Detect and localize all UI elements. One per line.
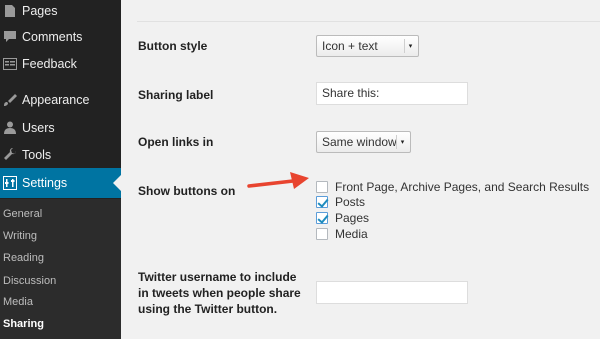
sidebar-item-appearance[interactable]: Appearance [0,86,121,113]
sidebar-item-label: Appearance [22,92,90,107]
sharing-label-label: Sharing label [138,88,214,102]
button-style-label: Button style [138,39,208,53]
sidebar-item-label: Feedback [22,56,77,71]
option-pages[interactable]: Pages [316,211,369,225]
option-posts[interactable]: Posts [316,195,365,209]
option-media[interactable]: Media [316,227,368,241]
posts-checkbox[interactable] [316,196,328,208]
option-label: Front Page, Archive Pages, and Search Re… [335,180,590,194]
sidebar-item-comments[interactable]: Comments [0,23,121,50]
sidebar-item-pages[interactable]: Pages [0,0,121,24]
tools-icon [1,147,19,162]
settings-icon [1,176,19,190]
option-label: Pages [335,211,370,225]
twitter-username-label: Twitter username to include in tweets wh… [138,270,301,316]
users-icon [1,121,19,135]
submenu-item-reading[interactable]: Reading [3,252,44,264]
submenu-item-general[interactable]: General [3,208,42,220]
option-label: Posts [335,195,366,209]
comments-icon [1,30,19,44]
open-links-label: Open links in [138,135,214,149]
show-buttons-label: Show buttons on [138,184,236,198]
sidebar-item-label: Comments [22,29,83,44]
appearance-icon [1,93,19,107]
dropdown-arrow-icon: ▾ [404,39,416,53]
sidebar-item-label: Users [22,120,55,135]
submenu-item-sharing[interactable]: Sharing [3,318,44,330]
sidebar-item-label: Tools [22,147,52,162]
sidebar-item-settings[interactable]: Settings [0,168,121,198]
button-style-select[interactable]: Icon + text ▾ [316,35,419,57]
settings-submenu: General Writing Reading Discussion Media… [0,199,121,339]
feedback-icon [1,57,19,71]
sharing-label-input[interactable]: Share this: [316,82,468,105]
submenu-item-media[interactable]: Media [3,296,33,308]
annotation-arrow-icon [247,172,309,189]
sidebar-item-users[interactable]: Users [0,114,121,141]
open-links-value: Same window [322,135,397,149]
twitter-username-input[interactable] [316,281,468,304]
media-checkbox[interactable] [316,228,328,240]
sidebar-item-feedback[interactable]: Feedback [0,50,121,77]
settings-main: Button style Icon + text ▾ Sharing label… [121,0,600,339]
section-divider [137,21,600,22]
admin-sidebar: Pages Comments Feedback Appearance Users… [0,0,121,339]
option-front-page[interactable]: Front Page, Archive Pages, and Search Re… [316,180,589,194]
sidebar-item-tools[interactable]: Tools [0,141,121,168]
sidebar-item-label: Pages [22,3,58,18]
submenu-item-discussion[interactable]: Discussion [3,275,56,287]
open-links-select[interactable]: Same window ▾ [316,131,411,153]
pages-checkbox[interactable] [316,212,328,224]
dropdown-arrow-icon: ▾ [396,135,408,149]
submenu-item-writing[interactable]: Writing [3,230,37,242]
active-menu-pointer [113,175,121,191]
pages-icon [1,4,19,18]
front-page-checkbox[interactable] [316,181,328,193]
sidebar-item-label: Settings [22,176,68,190]
button-style-value: Icon + text [322,39,378,53]
option-label: Media [335,227,368,241]
